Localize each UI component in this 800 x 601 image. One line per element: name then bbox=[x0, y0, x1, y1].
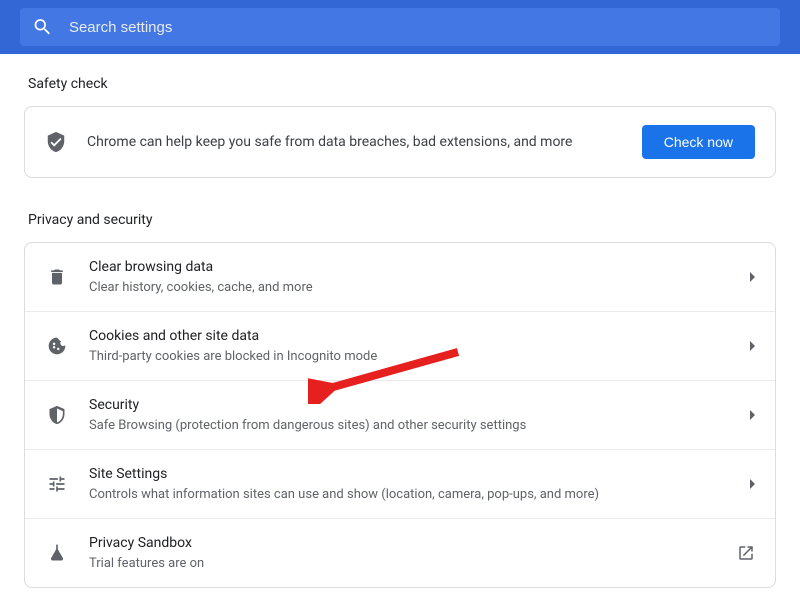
row-body: Cookies and other site data Third-party c… bbox=[89, 326, 750, 366]
row-title: Security bbox=[89, 395, 750, 415]
privacy-heading: Privacy and security bbox=[24, 206, 776, 242]
chevron-right-icon bbox=[750, 341, 755, 351]
cookie-icon bbox=[47, 336, 67, 356]
chevron-right-icon bbox=[750, 479, 755, 489]
search-field-container[interactable] bbox=[20, 8, 780, 46]
privacy-row-shield[interactable]: Security Safe Browsing (protection from d… bbox=[25, 380, 775, 449]
row-title: Privacy Sandbox bbox=[89, 533, 737, 553]
row-title: Site Settings bbox=[89, 464, 750, 484]
shield-icon bbox=[47, 405, 67, 425]
row-title: Clear browsing data bbox=[89, 257, 750, 277]
flask-icon bbox=[47, 543, 67, 563]
row-body: Security Safe Browsing (protection from d… bbox=[89, 395, 750, 435]
safety-check-message: Chrome can help keep you safe from data … bbox=[87, 134, 642, 150]
search-input[interactable] bbox=[67, 18, 768, 37]
safety-check-heading: Safety check bbox=[24, 70, 776, 106]
row-subtitle: Third-party cookies are blocked in Incog… bbox=[89, 348, 750, 366]
trash-icon bbox=[47, 267, 67, 287]
row-subtitle: Trial features are on bbox=[89, 555, 737, 573]
row-subtitle: Controls what information sites can use … bbox=[89, 486, 750, 504]
privacy-row-flask[interactable]: Privacy Sandbox Trial features are on bbox=[25, 518, 775, 587]
search-bar bbox=[0, 0, 800, 54]
settings-content: Safety check Chrome can help keep you sa… bbox=[0, 54, 800, 588]
row-title: Cookies and other site data bbox=[89, 326, 750, 346]
privacy-row-trash[interactable]: Clear browsing data Clear history, cookie… bbox=[25, 243, 775, 311]
privacy-row-cookie[interactable]: Cookies and other site data Third-party c… bbox=[25, 311, 775, 380]
chevron-right-icon bbox=[750, 410, 755, 420]
open-external-icon bbox=[737, 544, 755, 562]
tune-icon bbox=[47, 474, 67, 494]
row-subtitle: Safe Browsing (protection from dangerous… bbox=[89, 417, 750, 435]
check-now-button[interactable]: Check now bbox=[642, 125, 755, 159]
safety-check-row: Chrome can help keep you safe from data … bbox=[25, 107, 775, 177]
row-subtitle: Clear history, cookies, cache, and more bbox=[89, 279, 750, 297]
chevron-right-icon bbox=[750, 272, 755, 282]
shield-check-icon bbox=[45, 131, 67, 153]
search-icon bbox=[32, 16, 53, 38]
row-body: Privacy Sandbox Trial features are on bbox=[89, 533, 737, 573]
privacy-card: Clear browsing data Clear history, cookie… bbox=[24, 242, 776, 588]
row-body: Clear browsing data Clear history, cookie… bbox=[89, 257, 750, 297]
privacy-row-tune[interactable]: Site Settings Controls what information s… bbox=[25, 449, 775, 518]
row-body: Site Settings Controls what information s… bbox=[89, 464, 750, 504]
safety-check-card: Chrome can help keep you safe from data … bbox=[24, 106, 776, 178]
